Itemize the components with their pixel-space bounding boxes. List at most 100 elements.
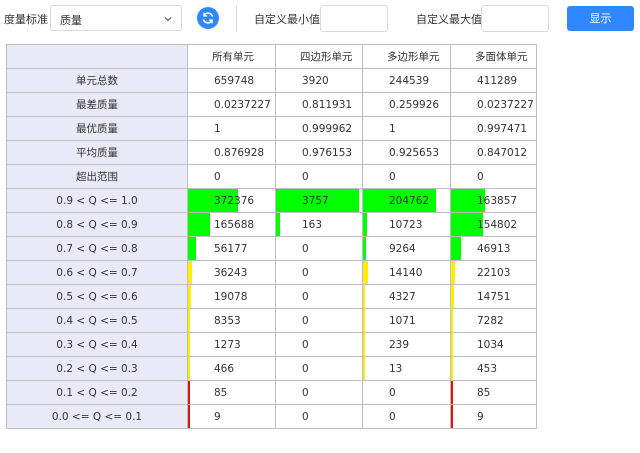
cell-value: 1071 [389, 315, 416, 327]
refresh-button[interactable] [197, 7, 219, 29]
custom-min-input[interactable] [320, 5, 388, 32]
row-label: 0.8 < Q <= 0.9 [6, 212, 188, 237]
cell-value: 0 [302, 267, 309, 279]
distribution-bar [188, 405, 190, 428]
histogram-cell: 0 [275, 284, 363, 309]
row-label: 0.9 < Q <= 1.0 [6, 188, 188, 213]
cell-value: 0.925653 [389, 147, 440, 159]
row-label: 最差质量 [6, 92, 188, 117]
histogram-cell: 1273 [187, 332, 276, 357]
cell-value: 19078 [214, 291, 248, 303]
histogram-cell: 163857 [450, 188, 537, 213]
histogram-cell: 372376 [187, 188, 276, 213]
stat-row: 平均质量 0.876928 0.976153 0.925653 0.847012 [6, 140, 537, 165]
histogram-cell: 0 [275, 332, 363, 357]
histogram-cell: 0 [275, 404, 363, 429]
histogram-cell: 0 [275, 260, 363, 285]
cell-value: 46913 [477, 243, 511, 255]
cell-value: 0 [302, 411, 309, 423]
cell-value: 22103 [477, 267, 511, 279]
row-label: 0.4 < Q <= 0.5 [6, 308, 188, 333]
cell-value: 411289 [477, 75, 518, 87]
table-cell: 0.925653 [362, 140, 451, 165]
quality-table: 所有单元 四边形单元 多边形单元 多面体单元 单元总数 659748 3920 244… [6, 44, 537, 429]
custom-max-input[interactable] [481, 5, 549, 32]
histogram-cell: 0 [362, 380, 451, 405]
histogram-cell: 239 [362, 332, 451, 357]
histogram-cell: 85 [450, 380, 537, 405]
cell-value: 0 [302, 339, 309, 351]
distribution-bar [451, 405, 453, 428]
histogram-row: 0.8 < Q <= 0.9 165688 163 10723 154802 [6, 212, 537, 237]
refresh-icon [202, 12, 214, 24]
cell-value: 8353 [214, 315, 241, 327]
table-cell: 0 [450, 164, 537, 189]
cell-value: 7282 [477, 315, 504, 327]
distribution-bar [363, 357, 365, 380]
cell-value: 154802 [477, 219, 518, 231]
histogram-cell: 154802 [450, 212, 537, 237]
histogram-row: 0.3 < Q <= 0.4 1273 0 239 1034 [6, 332, 537, 357]
histogram-cell: 22103 [450, 260, 537, 285]
histogram-row: 0.4 < Q <= 0.5 8353 0 1071 7282 [6, 308, 537, 333]
histogram-cell: 46913 [450, 236, 537, 261]
cell-value: 0.0237227 [214, 99, 271, 111]
distribution-bar [363, 333, 365, 356]
cell-value: 372376 [214, 195, 255, 207]
cell-value: 0.259926 [389, 99, 440, 111]
metric-label: 度量标准 [4, 13, 48, 26]
show-button[interactable]: 显示 [567, 6, 634, 31]
column-header: 多面体单元 [450, 44, 537, 69]
table-cell: 0.847012 [450, 140, 537, 165]
histogram-row: 0.0 <= Q <= 0.1 9 0 0 9 [6, 404, 537, 429]
cell-value: 0.811931 [302, 99, 353, 111]
histogram-cell: 204762 [362, 188, 451, 213]
row-label: 0.2 < Q <= 0.3 [6, 356, 188, 381]
table-cell: 0.999962 [275, 116, 363, 141]
histogram-row: 0.5 < Q <= 0.6 19078 0 4327 14751 [6, 284, 537, 309]
cell-value: 0 [389, 387, 396, 399]
cell-value: 0.0237227 [477, 99, 534, 111]
chevron-down-icon [164, 17, 172, 22]
cell-value: 453 [477, 363, 498, 375]
distribution-bar [451, 285, 455, 308]
distribution-bar [451, 333, 453, 356]
column-header: 所有单元 [187, 44, 276, 69]
cell-value: 0 [302, 387, 309, 399]
distribution-bar [363, 237, 367, 260]
cell-value: 0 [302, 243, 309, 255]
distribution-bar [363, 285, 365, 308]
table-cell: 0.876928 [187, 140, 276, 165]
distribution-bar [363, 213, 368, 236]
histogram-cell: 3757 [275, 188, 363, 213]
stat-row: 超出范围 0 0 0 0 [6, 164, 537, 189]
cell-value: 0 [302, 315, 309, 327]
cell-value: 13 [389, 363, 403, 375]
row-label: 最优质量 [6, 116, 188, 141]
custom-min-label: 自定义最小值 [254, 13, 320, 26]
stat-row: 最差质量 0.0237227 0.811931 0.259926 0.0237227 [6, 92, 537, 117]
cell-value: 0 [477, 171, 484, 183]
table-cell: 0.0237227 [187, 92, 276, 117]
distribution-bar [188, 333, 190, 356]
distribution-bar [188, 261, 193, 284]
histogram-row: 0.7 < Q <= 0.8 56177 0 9264 46913 [6, 236, 537, 261]
table-cell: 0 [275, 164, 363, 189]
cell-value: 0 [302, 171, 309, 183]
distribution-bar [188, 309, 190, 332]
cell-value: 204762 [389, 195, 430, 207]
row-label: 单元总数 [6, 68, 188, 93]
cell-value: 1273 [214, 339, 241, 351]
histogram-cell: 466 [187, 356, 276, 381]
cell-value: 0 [214, 171, 221, 183]
row-label: 0.7 < Q <= 0.8 [6, 236, 188, 261]
cell-value: 244539 [389, 75, 430, 87]
cell-value: 0.876928 [214, 147, 265, 159]
distribution-bar [188, 237, 196, 260]
table-cell: 0.976153 [275, 140, 363, 165]
cell-value: 9 [214, 411, 221, 423]
metric-select[interactable]: 质量 [50, 5, 182, 31]
distribution-bar [363, 309, 365, 332]
distribution-bar [451, 357, 453, 380]
row-label: 0.1 < Q <= 0.2 [6, 380, 188, 405]
